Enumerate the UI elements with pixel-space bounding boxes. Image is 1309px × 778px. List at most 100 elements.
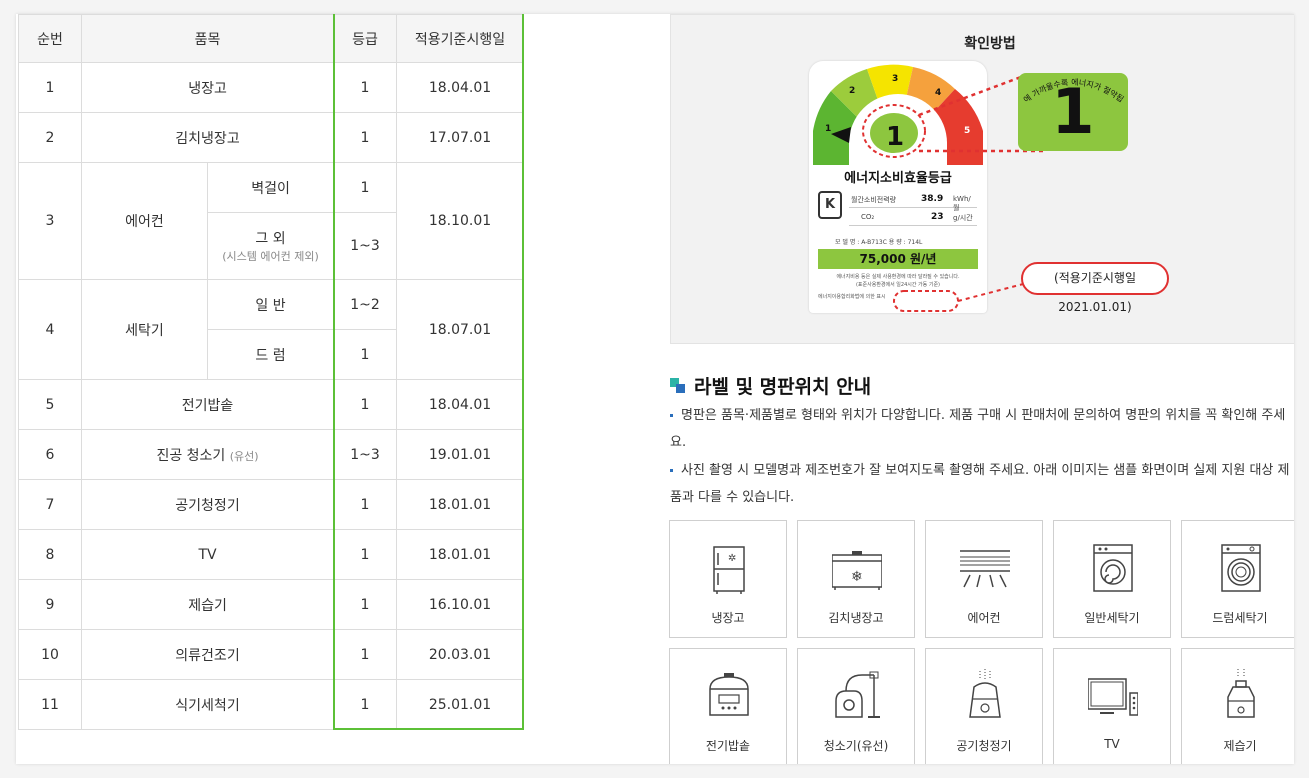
cell-no: 2 bbox=[18, 112, 82, 163]
item-note: (유선) bbox=[229, 449, 259, 463]
check-method-panel: 확인방법 1 2 3 4 5 1 에너지소비효율등급 K 월간소비전력량 38.… bbox=[670, 14, 1294, 344]
table-row: 5 전기밥솥 1 18.04.01 bbox=[18, 379, 525, 430]
cell-no: 3 bbox=[18, 162, 82, 280]
cell-no: 7 bbox=[18, 479, 82, 530]
cell-item: 세탁기 bbox=[81, 279, 208, 380]
top-load-washer-icon bbox=[1093, 544, 1133, 592]
cell-no: 6 bbox=[18, 429, 82, 480]
cell-subitem: 일 반 bbox=[206, 279, 335, 330]
section-bullet-icon bbox=[670, 378, 686, 394]
item-name: 진공 청소기 bbox=[156, 447, 226, 464]
header-item: 품목 bbox=[80, 14, 335, 63]
table-row: 6 진공 청소기 (유선) 1~3 19.01.01 bbox=[18, 429, 525, 480]
table-row: 3 에어컨 벽걸이 1 18.10.01 bbox=[18, 162, 525, 280]
tile-label: 냉장고 bbox=[711, 611, 745, 625]
tile-label: 일반세탁기 bbox=[1084, 611, 1140, 625]
tile-tv[interactable]: TV bbox=[1053, 648, 1171, 764]
efficiency-grade-table: 순번 품목 등급 적용기준시행일 1 냉장고 1 18.04.01 2 김치냉장… bbox=[18, 14, 525, 730]
tile-dehumidifier[interactable]: 제습기 bbox=[1181, 648, 1294, 764]
table-row: 4 세탁기 일 반 1~2 18.07.01 bbox=[18, 279, 525, 380]
cell-subitem: 그 외 (시스템 에어컨 제외) bbox=[206, 212, 335, 280]
cell-item: 진공 청소기 (유선) bbox=[80, 429, 335, 480]
callout-lines bbox=[893, 75, 1043, 312]
table-header-row: 순번 품목 등급 적용기준시행일 bbox=[18, 14, 525, 63]
tile-label: 드럼세탁기 bbox=[1212, 611, 1268, 625]
guide-text: 명판은 품목·제품별로 형태와 위치가 다양합니다. 제품 구매 시 판매처에 … bbox=[670, 408, 1286, 450]
cell-item: 식기세척기 bbox=[80, 679, 335, 730]
table-row: 8 TV 1 18.01.01 bbox=[18, 529, 525, 580]
table-row: 7 공기청정기 1 18.01.01 bbox=[18, 479, 525, 530]
cell-grade: 1~2 bbox=[333, 279, 398, 330]
cell-date: 18.01.01 bbox=[396, 529, 525, 580]
page-canvas: 순번 품목 등급 적용기준시행일 1 냉장고 1 18.04.01 2 김치냉장… bbox=[16, 14, 1294, 764]
cell-no: 5 bbox=[18, 379, 82, 430]
date-note: (적용기준시행일 2021.01.01) bbox=[1021, 262, 1169, 314]
subitem-name: 그 외 bbox=[255, 231, 286, 247]
cell-item: TV bbox=[80, 529, 335, 580]
cell-item: 에어컨 bbox=[81, 162, 208, 280]
cell-date: 18.01.01 bbox=[396, 479, 525, 530]
cell-grade: 1 bbox=[333, 112, 398, 163]
tile-label: TV bbox=[1104, 737, 1120, 751]
cell-grade: 1 bbox=[333, 479, 398, 530]
cell-no: 4 bbox=[18, 279, 82, 380]
tile-air-purifier[interactable]: 공기청정기 bbox=[925, 648, 1043, 764]
tile-drum-washer[interactable]: 드럼세탁기 bbox=[1181, 520, 1294, 638]
table-row: 11 식기세척기 1 25.01.01 bbox=[18, 679, 525, 730]
section-title: 라벨 및 명판위치 안내 bbox=[670, 372, 871, 399]
cell-no: 11 bbox=[18, 679, 82, 730]
kimchi-refrigerator-icon: ❄ bbox=[832, 551, 882, 590]
tile-rice-cooker[interactable]: 전기밥솥 bbox=[669, 648, 787, 764]
rice-cooker-icon bbox=[709, 673, 749, 716]
header-grade: 등급 bbox=[333, 14, 398, 63]
header-no: 순번 bbox=[18, 14, 82, 63]
guide-bullet: 사진 촬영 시 모델명과 제조번호가 잘 보여지도록 촬영해 주세요. 아래 이… bbox=[670, 457, 1294, 511]
bullet-dot-icon bbox=[670, 414, 673, 417]
tile-air-conditioner[interactable]: 에어컨 bbox=[925, 520, 1043, 638]
table-row: 9 제습기 1 16.10.01 bbox=[18, 579, 525, 630]
cell-no: 9 bbox=[18, 579, 82, 630]
bullet-dot-icon bbox=[670, 469, 673, 472]
refrigerator-icon: ✲ bbox=[713, 546, 745, 594]
cell-date: 18.04.01 bbox=[396, 379, 525, 430]
badge-grade: 1 bbox=[1051, 75, 1095, 148]
section-title-text: 라벨 및 명판위치 안내 bbox=[694, 376, 872, 398]
header-date: 적용기준시행일 bbox=[396, 14, 525, 63]
cell-date: 18.04.01 bbox=[396, 62, 525, 113]
guide-text: 사진 촬영 시 모델명과 제조번호가 잘 보여지도록 촬영해 주세요. 아래 이… bbox=[670, 463, 1290, 505]
cell-subitem: 벽걸이 bbox=[206, 162, 335, 213]
grade-badge-enlarged: 에 가까울수록 에너지가 절약됩니다 1 bbox=[1018, 73, 1128, 151]
cell-grade: 1 bbox=[333, 329, 398, 380]
tile-top-load-washer[interactable]: 일반세탁기 bbox=[1053, 520, 1171, 638]
guide-bullet: 명판은 품목·제품별로 형태와 위치가 다양합니다. 제품 구매 시 판매처에 … bbox=[670, 402, 1294, 456]
cell-grade: 1~3 bbox=[333, 212, 398, 280]
tile-label: 전기밥솥 bbox=[705, 739, 751, 753]
tile-vacuum-cleaner[interactable]: 청소기(유선) bbox=[797, 648, 915, 764]
cell-date: 17.07.01 bbox=[396, 112, 525, 163]
tile-label: 김치냉장고 bbox=[828, 611, 884, 625]
cell-grade: 1 bbox=[333, 162, 398, 213]
dehumidifier-icon bbox=[1227, 669, 1255, 718]
tile-label: 청소기(유선) bbox=[823, 739, 889, 753]
cell-grade: 1 bbox=[333, 529, 398, 580]
air-purifier-icon bbox=[969, 669, 1001, 718]
cell-date: 25.01.01 bbox=[396, 679, 525, 730]
cell-grade: 1 bbox=[333, 62, 398, 113]
cell-date: 18.07.01 bbox=[396, 279, 525, 380]
cell-item: 냉장고 bbox=[80, 62, 335, 113]
cell-subitem: 드 럼 bbox=[206, 329, 335, 380]
cell-grade: 1~3 bbox=[333, 429, 398, 480]
tile-refrigerator[interactable]: ✲ 냉장고 bbox=[669, 520, 787, 638]
tile-label: 제습기 bbox=[1223, 739, 1257, 753]
vacuum-cleaner-icon bbox=[835, 671, 880, 718]
cell-item: 전기밥솥 bbox=[80, 379, 335, 430]
cell-no: 10 bbox=[18, 629, 82, 680]
tile-kimchi-refrigerator[interactable]: ❄ 김치냉장고 bbox=[797, 520, 915, 638]
svg-text:❄: ❄ bbox=[851, 569, 863, 585]
air-conditioner-icon bbox=[960, 550, 1010, 588]
tv-icon bbox=[1088, 678, 1138, 716]
tile-label: 에어컨 bbox=[967, 611, 1001, 625]
cell-grade: 1 bbox=[333, 629, 398, 680]
cell-date: 19.01.01 bbox=[396, 429, 525, 480]
drum-washer-icon bbox=[1221, 544, 1261, 592]
